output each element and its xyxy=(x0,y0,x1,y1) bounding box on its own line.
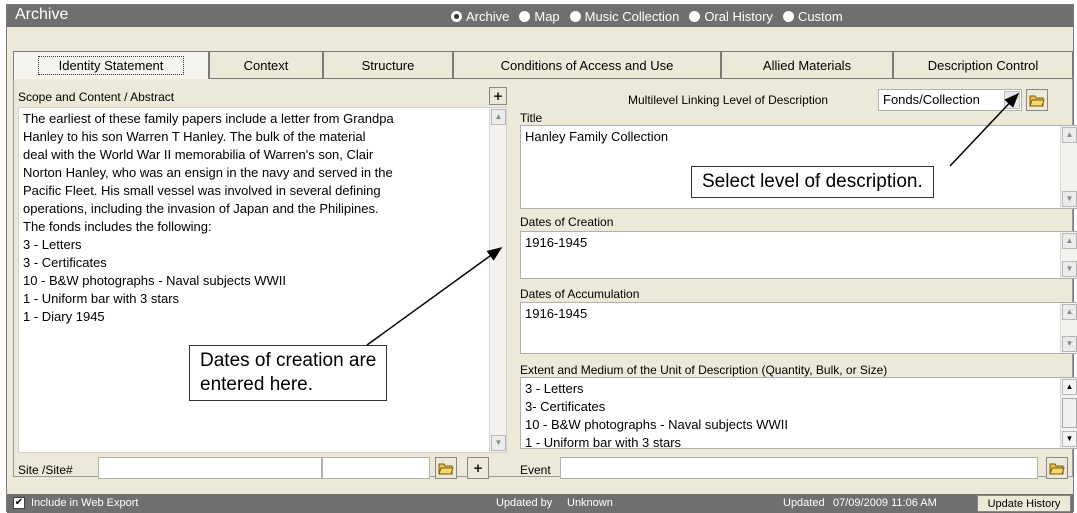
event-folder-button[interactable] xyxy=(1046,457,1068,479)
text-line: 3 - Letters xyxy=(23,237,82,252)
add-site-button[interactable]: + xyxy=(467,457,489,479)
title-scrollbar[interactable]: ▲ ▼ xyxy=(1060,126,1077,208)
scope-scrollbar[interactable]: ▲ ▼ xyxy=(489,108,506,452)
extent-label: Extent and Medium of the Unit of Descrip… xyxy=(520,363,888,377)
checkmark-icon: ✔ xyxy=(14,497,24,508)
event-input[interactable] xyxy=(560,457,1038,479)
radio-custom[interactable]: Custom xyxy=(782,9,843,24)
text-line: 10 - B&W photographs - Naval subjects WW… xyxy=(525,417,788,432)
site-number-input[interactable] xyxy=(322,457,430,479)
radio-selected-icon xyxy=(451,11,462,22)
radio-map[interactable]: Map xyxy=(519,9,560,24)
scope-text: The earliest of these family papers incl… xyxy=(23,110,502,326)
identity-statement-panel: Scope and Content / Abstract + The earli… xyxy=(13,79,1077,479)
dates-callout: Dates of creation are entered here. xyxy=(189,345,388,401)
radio-music-collection[interactable]: Music Collection xyxy=(569,9,679,24)
extent-scrollbar[interactable]: ▲ ▼ xyxy=(1060,378,1077,448)
view-mode-radio-group: Archive Map Music Collection Oral Histor… xyxy=(451,9,843,24)
text-line: Norton Hanley, who was an ensign in the … xyxy=(23,165,393,180)
app-title: Archive xyxy=(15,6,69,23)
tab-allied-materials[interactable]: Allied Materials xyxy=(721,51,893,79)
scroll-down-icon[interactable]: ▼ xyxy=(491,435,506,451)
radio-icon xyxy=(569,11,581,22)
tab-conditions-of-access[interactable]: Conditions of Access and Use xyxy=(453,51,721,79)
dates-creation-textarea[interactable]: 1916-1945 ▲ ▼ xyxy=(520,231,1077,279)
text-line: deal with the World War II memorabilia o… xyxy=(23,147,374,162)
radio-icon xyxy=(519,11,531,22)
extent-textarea[interactable]: 3 - Letters 3- Certificates 10 - B&W photo… xyxy=(520,377,1077,449)
scroll-up-icon[interactable]: ▲ xyxy=(1062,127,1077,143)
archive-window: Archive Archive Map Music Collection Ora… xyxy=(6,4,1077,513)
dates-accumulation-textarea[interactable]: 1916-1945 ▲ ▼ xyxy=(520,302,1077,354)
level-callout: Select level of description. xyxy=(691,166,934,198)
text-line: The earliest of these family papers incl… xyxy=(23,111,394,126)
text-line: 3 - Letters xyxy=(525,381,584,396)
text-line: Pacific Fleet. His small vessel was invo… xyxy=(23,183,381,198)
radio-archive[interactable]: Archive xyxy=(451,9,509,24)
add-scope-button[interactable]: + xyxy=(489,87,507,105)
text-line: 1 - Uniform bar with 3 stars xyxy=(525,435,682,449)
scroll-down-icon[interactable]: ▼ xyxy=(1062,191,1077,207)
tab-identity-statement[interactable]: Identity Statement xyxy=(13,51,209,79)
text-line: 3 - Certificates xyxy=(23,255,107,270)
scope-label: Scope and Content / Abstract xyxy=(18,90,175,104)
dates-creation-label: Dates of Creation xyxy=(520,215,614,229)
updated-value: 07/09/2009 11:06 AM xyxy=(833,497,937,509)
plus-icon: + xyxy=(493,87,503,105)
title-bar: Archive Archive Map Music Collection Ora… xyxy=(7,5,1073,27)
dates-accumulation-label: Dates of Accumulation xyxy=(520,287,640,301)
scope-textarea[interactable]: The earliest of these family papers incl… xyxy=(18,107,507,453)
scroll-up-icon[interactable]: ▲ xyxy=(1062,233,1077,249)
scroll-thumb[interactable] xyxy=(1062,398,1077,428)
text-line: operations, including the invasion of Ja… xyxy=(23,201,379,216)
open-folder-icon xyxy=(438,463,454,475)
scroll-down-icon[interactable]: ▼ xyxy=(1062,261,1077,277)
scroll-up-icon[interactable]: ▲ xyxy=(1062,379,1077,395)
title-label: Title xyxy=(520,111,543,125)
radio-oral-history[interactable]: Oral History xyxy=(689,9,773,24)
tab-bar: Identity Statement Context Structure Con… xyxy=(13,51,1073,79)
tab-context[interactable]: Context xyxy=(209,51,323,79)
open-folder-button[interactable] xyxy=(435,457,457,479)
tab-description-control[interactable]: Description Control xyxy=(893,51,1073,79)
chevron-down-icon[interactable]: ▼ xyxy=(1004,91,1020,109)
text-line: The fonds includes the following: xyxy=(23,219,212,234)
event-label: Event xyxy=(520,463,551,477)
radio-icon xyxy=(689,11,701,22)
radio-icon xyxy=(782,11,794,22)
scroll-down-icon[interactable]: ▼ xyxy=(1062,336,1077,352)
open-folder-icon xyxy=(1029,95,1045,107)
updated-label: Updated xyxy=(783,497,825,509)
level-folder-button[interactable] xyxy=(1026,89,1048,111)
dates-accumulation-scrollbar[interactable]: ▲ ▼ xyxy=(1060,303,1077,353)
updated-by-value: Unknown xyxy=(567,497,613,509)
text-line: 1 - Uniform bar with 3 stars xyxy=(23,291,180,306)
updated-by-label: Updated by xyxy=(496,497,553,509)
scroll-down-icon[interactable]: ▼ xyxy=(1062,431,1077,447)
level-label: Multilevel Linking Level of Description xyxy=(628,93,829,107)
text-line: 3- Certificates xyxy=(525,399,606,414)
update-history-button[interactable]: Update History xyxy=(977,495,1071,512)
web-export-label: Include in Web Export xyxy=(31,497,139,509)
level-select[interactable]: Fonds/Collection ▼ xyxy=(878,89,1022,111)
text-line: Hanley to his son Warren T Hanley. The b… xyxy=(23,129,366,144)
open-folder-icon xyxy=(1049,463,1065,475)
dates-creation-scrollbar[interactable]: ▲ ▼ xyxy=(1060,232,1077,278)
scroll-up-icon[interactable]: ▲ xyxy=(491,109,506,125)
plus-icon: + xyxy=(473,459,483,477)
text-line: 10 - B&W photographs - Naval subjects WW… xyxy=(23,273,286,288)
status-bar: ✔ Include in Web Export Updated by Unkno… xyxy=(7,494,1073,513)
web-export-checkbox[interactable]: ✔ xyxy=(13,497,25,509)
tab-structure[interactable]: Structure xyxy=(323,51,453,79)
site-label: Site /Site# xyxy=(18,463,73,477)
extent-text: 3 - Letters 3- Certificates 10 - B&W photo… xyxy=(525,380,1073,449)
text-line: 1 - Diary 1945 xyxy=(23,309,105,324)
site-input[interactable] xyxy=(98,457,322,479)
scroll-up-icon[interactable]: ▲ xyxy=(1062,304,1077,320)
